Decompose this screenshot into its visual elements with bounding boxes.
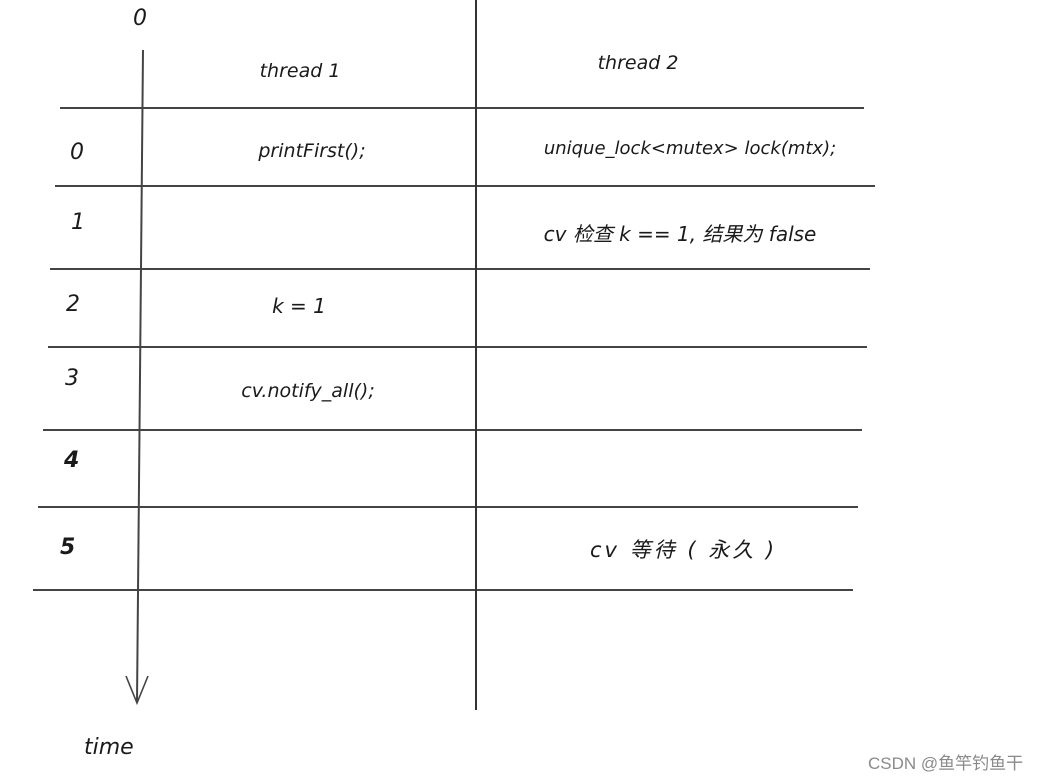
thread-1-cell: printFirst(); <box>258 140 366 162</box>
column-header-thread-2: thread 2 <box>597 52 679 74</box>
timeline-grid <box>33 0 875 710</box>
time-axis-line <box>136 49 144 703</box>
thread-1-cell: k = 1 <box>272 294 326 318</box>
watermark: CSDN @鱼竿钓鱼干 <box>868 754 1024 773</box>
column-header-thread-1: thread 1 <box>259 60 341 82</box>
row-time-label: 4 <box>64 448 80 473</box>
row-time-label: 5 <box>60 535 76 560</box>
thread-1-cell: cv.notify_all(); <box>241 380 375 402</box>
row-time-label: 3 <box>65 366 79 391</box>
row-time-label: 1 <box>71 210 85 235</box>
row-time-label: 2 <box>66 292 80 317</box>
thread-2-cell: unique_lock<mutex> lock(mtx); <box>543 138 837 159</box>
thread-2-cell: cv 检查 k == 1, 结果为 false <box>543 222 817 246</box>
thread-2-cell: cv 等待 ( 永久 ) <box>590 538 778 562</box>
time-axis-label: time <box>84 735 134 760</box>
row-time-label: 0 <box>70 140 84 165</box>
time-axis-origin-label: 0 <box>133 6 147 31</box>
